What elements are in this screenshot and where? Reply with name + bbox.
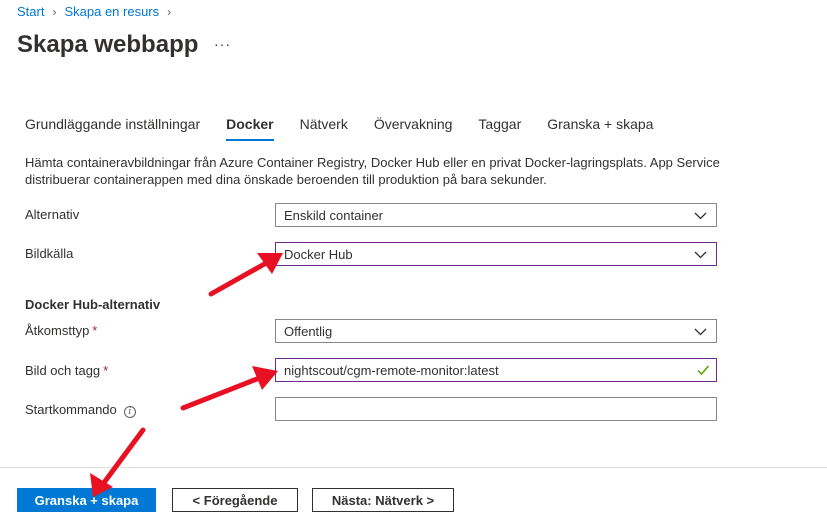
access-type-label: Åtkomsttyp *: [25, 323, 97, 338]
checkmark-icon: [697, 365, 710, 376]
review-create-button[interactable]: Granska + skapa: [17, 488, 156, 512]
startup-command-label-text: Startkommando: [25, 402, 117, 417]
tab-list: Grundläggande inställningar Docker Nätve…: [25, 116, 679, 141]
next-networking-button[interactable]: Nästa: Nätverk >: [312, 488, 454, 512]
access-type-selected-value: Offentlig: [284, 323, 333, 339]
startup-command-input[interactable]: [275, 397, 717, 421]
tab-basics[interactable]: Grundläggande inställningar: [25, 116, 200, 141]
chevron-right-icon: ›: [167, 4, 172, 19]
chevron-down-icon: [694, 328, 707, 336]
annotation-arrow: [90, 427, 146, 497]
breadcrumb-start-link[interactable]: Start: [17, 4, 44, 19]
required-marker: *: [103, 363, 109, 378]
access-type-dropdown[interactable]: Offentlig: [275, 319, 717, 343]
footer-divider: [0, 467, 827, 468]
options-dropdown[interactable]: Enskild container: [275, 203, 717, 227]
image-source-dropdown[interactable]: Docker Hub: [275, 242, 717, 266]
options-selected-value: Enskild container: [284, 207, 383, 223]
breadcrumb: Start › Skapa en resurs ›: [17, 4, 179, 19]
chevron-right-icon: ›: [52, 4, 57, 19]
image-tag-label: Bild och tagg *: [25, 363, 108, 378]
required-marker: *: [92, 323, 98, 338]
tab-networking[interactable]: Nätverk: [300, 116, 348, 141]
chevron-down-icon: [694, 212, 707, 220]
access-type-label-text: Åtkomsttyp: [25, 323, 90, 338]
breadcrumb-create-resource-link[interactable]: Skapa en resurs: [64, 4, 159, 19]
chevron-down-icon: [694, 251, 707, 259]
docker-description: Hämta containeravbildningar från Azure C…: [25, 155, 720, 187]
tab-tags[interactable]: Taggar: [478, 116, 521, 141]
tab-review-create[interactable]: Granska + skapa: [547, 116, 653, 141]
info-icon[interactable]: i: [123, 406, 136, 418]
image-source-label: Bildkälla: [25, 246, 74, 261]
image-source-selected-value: Docker Hub: [284, 246, 353, 262]
image-tag-input[interactable]: nightscout/cgm-remote-monitor:latest: [275, 358, 717, 382]
more-icon[interactable]: ···: [214, 36, 231, 52]
tab-docker[interactable]: Docker: [226, 116, 275, 141]
annotation-arrow: [180, 366, 278, 411]
docker-hub-options-heading: Docker Hub-alternativ: [25, 297, 161, 312]
annotation-arrow: [208, 253, 283, 297]
previous-button[interactable]: < Föregående: [172, 488, 298, 512]
startup-command-label: Startkommando i: [25, 402, 136, 418]
image-tag-value: nightscout/cgm-remote-monitor:latest: [284, 362, 499, 378]
image-tag-label-text: Bild och tagg: [25, 363, 101, 378]
options-label: Alternativ: [25, 207, 80, 222]
page-title: Skapa webbapp: [17, 31, 199, 58]
tab-monitoring[interactable]: Övervakning: [374, 116, 453, 141]
